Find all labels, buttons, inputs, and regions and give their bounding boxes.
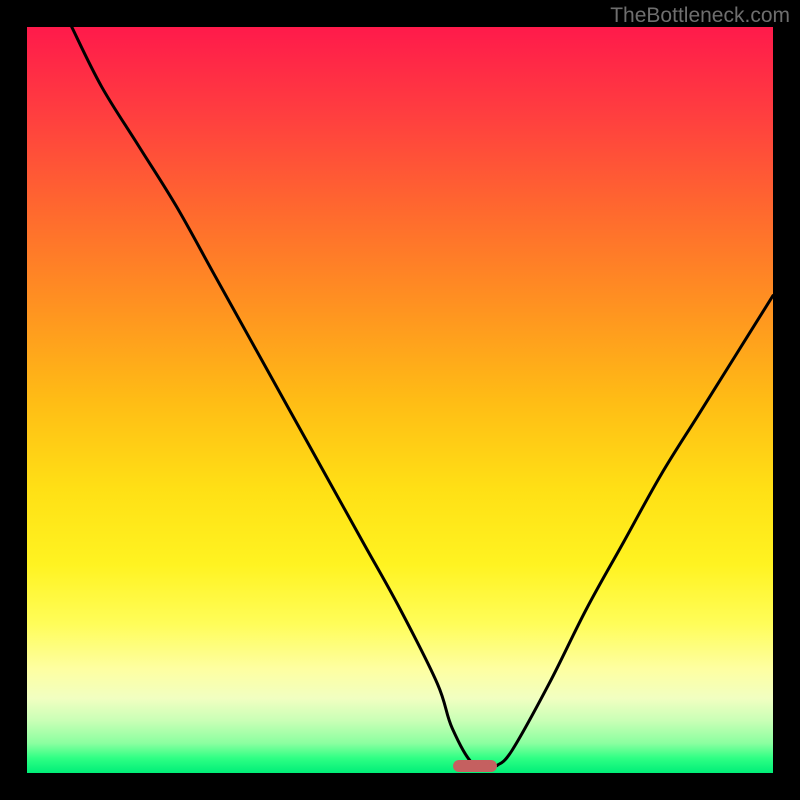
watermark-text: TheBottleneck.com <box>610 4 790 28</box>
plot-area <box>27 27 773 773</box>
right-curve <box>497 296 773 766</box>
left-curve <box>72 27 497 769</box>
curves-layer <box>27 27 773 773</box>
bottleneck-marker <box>453 760 497 772</box>
chart-frame: TheBottleneck.com <box>0 0 800 800</box>
